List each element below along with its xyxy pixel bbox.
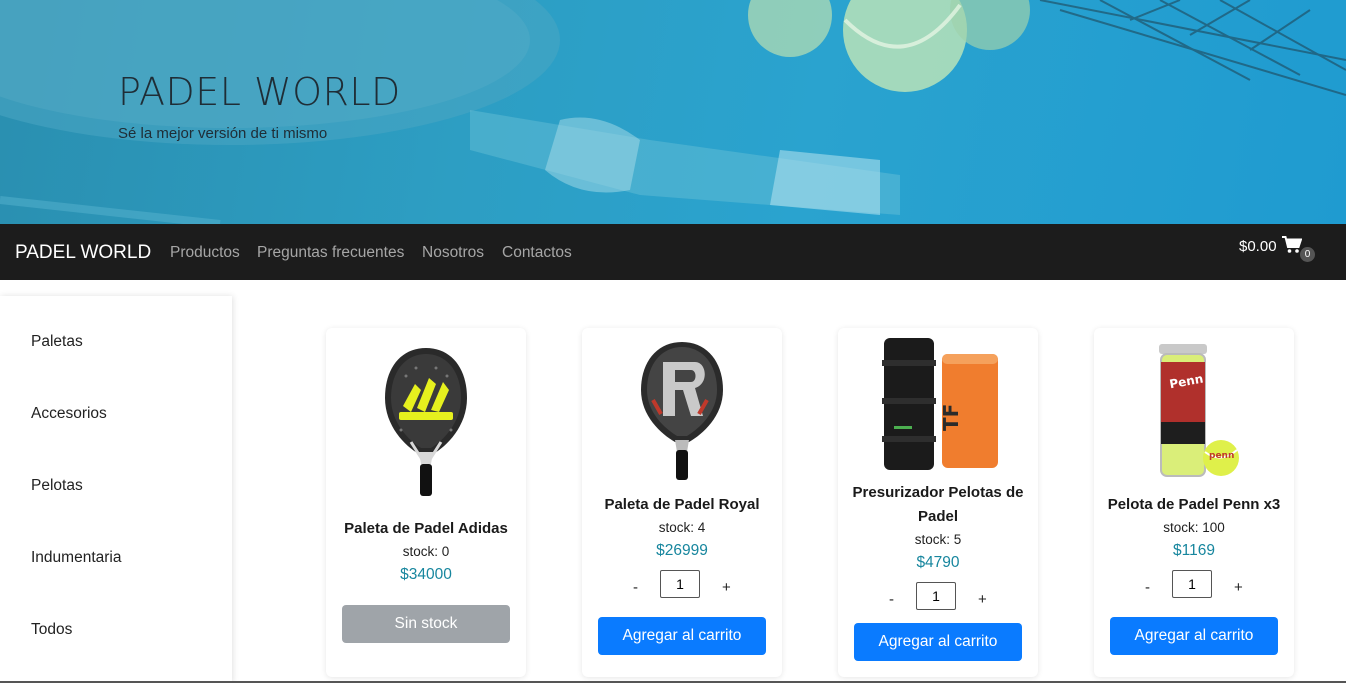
product-image: Penn penn bbox=[1094, 340, 1294, 480]
navbar: PADEL WORLD Productos Preguntas frecuent… bbox=[0, 224, 1346, 280]
nav-link-productos[interactable]: Productos bbox=[170, 244, 240, 262]
add-to-cart-button[interactable]: Agregar al carrito bbox=[854, 623, 1022, 661]
product-price: $34000 bbox=[400, 566, 452, 583]
quantity-decrease-button[interactable]: - bbox=[1145, 579, 1150, 596]
product-card: Penn penn Pelota de Padel Penn x3 stock:… bbox=[1094, 328, 1294, 677]
product-name: Presurizador Pelotas de Padel bbox=[852, 484, 1024, 525]
sidebar-item-todos[interactable]: Todos bbox=[31, 621, 72, 639]
sidebar-item-indumentaria[interactable]: Indumentaria bbox=[31, 549, 121, 567]
quantity-increase-button[interactable]: + bbox=[1234, 579, 1243, 596]
hero-banner: PADEL WORLD Sé la mejor versión de ti mi… bbox=[0, 0, 1346, 224]
add-to-cart-button[interactable]: Agregar al carrito bbox=[1110, 617, 1278, 655]
nav-link-preguntas-frecuentes[interactable]: Preguntas frecuentes bbox=[257, 244, 404, 262]
product-price: $4790 bbox=[916, 554, 960, 571]
sidebar-item-paletas[interactable]: Paletas bbox=[31, 333, 83, 351]
sidebar-item-pelotas[interactable]: Pelotas bbox=[31, 477, 83, 495]
product-price: $26999 bbox=[656, 542, 708, 559]
product-stock: stock: 5 bbox=[914, 532, 962, 547]
product-card: TF Presurizador Pelotas de Padel stock: … bbox=[838, 328, 1038, 677]
navbar-brand[interactable]: PADEL WORLD bbox=[15, 242, 151, 264]
product-image bbox=[326, 346, 526, 498]
product-image bbox=[582, 340, 782, 482]
nav-link-contactos[interactable]: Contactos bbox=[502, 244, 572, 262]
quantity-increase-button[interactable]: + bbox=[978, 591, 987, 608]
cart-button[interactable]: $0.00 0 bbox=[1239, 236, 1319, 266]
quantity-input[interactable] bbox=[1172, 570, 1212, 598]
product-name: Paleta de Padel Adidas bbox=[344, 520, 508, 537]
product-card: Paleta de Padel Royal stock: 4 $26999 - … bbox=[582, 328, 782, 677]
product-name: Pelota de Padel Penn x3 bbox=[1107, 496, 1281, 513]
category-sidebar: Paletas Accesorios Pelotas Indumentaria … bbox=[0, 296, 232, 683]
quantity-input[interactable] bbox=[916, 582, 956, 610]
out-of-stock-button[interactable]: Sin stock bbox=[342, 605, 510, 643]
product-card: Paleta de Padel Adidas stock: 0 $34000 S… bbox=[326, 328, 526, 677]
shopping-cart-icon bbox=[1282, 236, 1303, 259]
product-stock: stock: 0 bbox=[402, 544, 450, 559]
quantity-input[interactable] bbox=[660, 570, 700, 598]
hero-title: PADEL WORLD bbox=[118, 70, 401, 114]
hero-subtitle: Sé la mejor versión de ti mismo bbox=[118, 125, 328, 142]
quantity-decrease-button[interactable]: - bbox=[889, 591, 894, 608]
svg-text:penn: penn bbox=[1209, 451, 1234, 461]
product-price: $1169 bbox=[1173, 542, 1215, 559]
product-stock: stock: 100 bbox=[1163, 520, 1225, 535]
svg-text:TF: TF bbox=[939, 404, 963, 431]
quantity-decrease-button[interactable]: - bbox=[633, 579, 638, 596]
product-stock: stock: 4 bbox=[658, 520, 706, 535]
cart-count-badge: 0 bbox=[1300, 247, 1315, 262]
cart-total: $0.00 bbox=[1239, 238, 1277, 255]
sidebar-item-accesorios[interactable]: Accesorios bbox=[31, 405, 107, 423]
add-to-cart-button[interactable]: Agregar al carrito bbox=[598, 617, 766, 655]
product-image: TF bbox=[838, 336, 1038, 472]
quantity-increase-button[interactable]: + bbox=[722, 579, 731, 596]
nav-link-nosotros[interactable]: Nosotros bbox=[422, 244, 484, 262]
product-name: Paleta de Padel Royal bbox=[604, 496, 760, 513]
